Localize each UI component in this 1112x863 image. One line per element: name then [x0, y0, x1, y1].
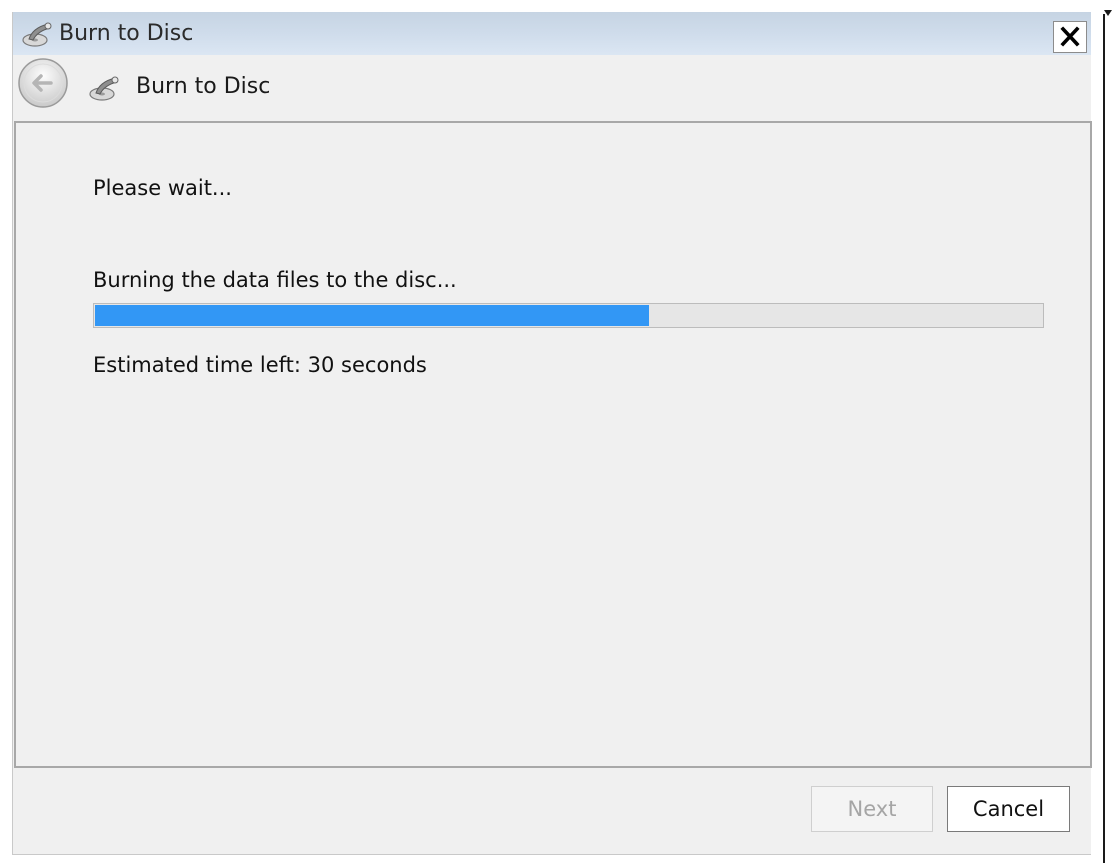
progress-fill	[95, 305, 649, 326]
burn-progress-bar	[93, 303, 1044, 328]
background-window-edge	[1095, 0, 1112, 863]
burn-to-disc-window: Burn to Disc Burn to Disc Please wait...…	[12, 12, 1092, 855]
status-heading: Please wait...	[93, 176, 232, 200]
back-arrow-icon	[18, 58, 68, 108]
close-button[interactable]	[1053, 21, 1087, 53]
burn-disc-icon	[20, 20, 54, 50]
burn-disc-icon	[87, 74, 121, 104]
window-border-line	[1103, 14, 1105, 863]
dropdown-arrow-icon	[1104, 10, 1112, 16]
back-button[interactable]	[17, 57, 69, 109]
cancel-button[interactable]: Cancel	[947, 786, 1070, 832]
navigation-bar: Burn to Disc	[13, 55, 1091, 121]
wizard-content-panel: Please wait... Burning the data files to…	[14, 121, 1092, 768]
wizard-title: Burn to Disc	[136, 74, 271, 99]
next-button[interactable]: Next	[811, 786, 933, 832]
operation-text: Burning the data files to the disc...	[93, 268, 457, 292]
close-icon	[1060, 26, 1080, 47]
time-left-text: Estimated time left: 30 seconds	[93, 353, 427, 377]
window-title: Burn to Disc	[59, 21, 194, 46]
title-bar[interactable]: Burn to Disc	[13, 12, 1091, 55]
